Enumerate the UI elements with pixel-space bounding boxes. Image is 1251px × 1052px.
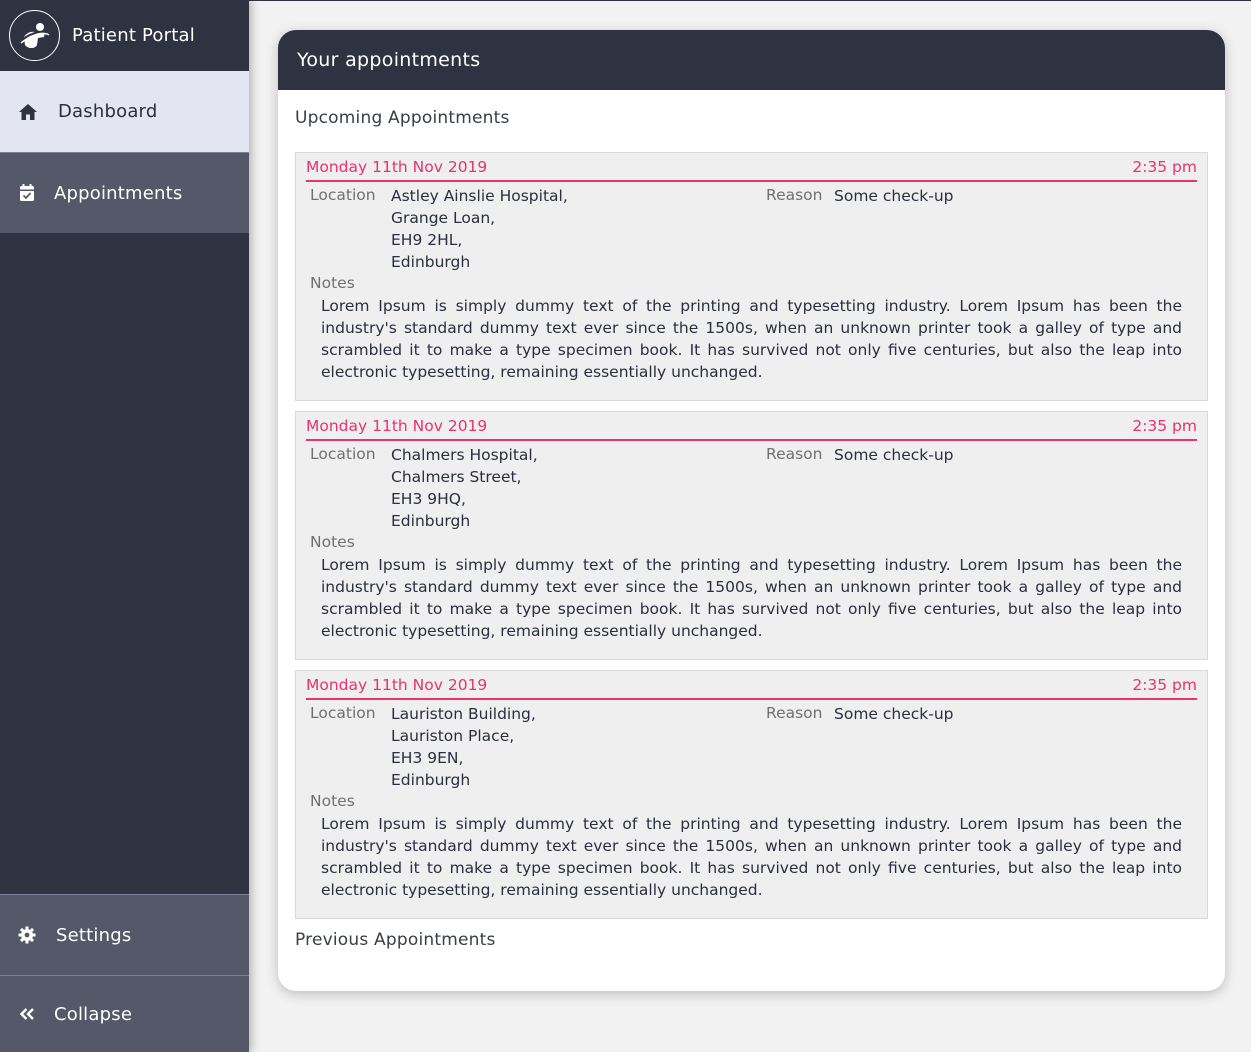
- notes-text: Lorem Ipsum is simply dummy text of the …: [321, 815, 1182, 899]
- app-title: Patient Portal: [72, 25, 195, 46]
- reason-value: Some check-up: [834, 187, 954, 205]
- location-address: Astley Ainslie Hospital, Grange Loan, EH…: [391, 185, 568, 273]
- notes-label: Notes: [310, 274, 355, 292]
- sidebar-item-label: Dashboard: [58, 101, 158, 122]
- notes-label: Notes: [310, 533, 355, 551]
- top-border: [249, 0, 1251, 1]
- address-line: Grange Loan,: [391, 209, 496, 227]
- address-line: Lauriston Place,: [391, 727, 515, 745]
- appointment-card: Monday 11th Nov 2019 2:35 pm Location Ch…: [295, 411, 1208, 660]
- double-chevron-left-icon: [17, 1004, 37, 1024]
- location-address: Lauriston Building, Lauriston Place, EH3…: [391, 703, 536, 791]
- appointment-time: 2:35 pm: [1132, 676, 1197, 694]
- sidebar-item-label: Appointments: [54, 182, 183, 204]
- reason-value: Some check-up: [834, 705, 954, 723]
- settings-label: Settings: [56, 924, 132, 946]
- home-icon: [18, 102, 38, 122]
- address-line: EH3 9EN,: [391, 749, 464, 767]
- patient-portal-logo-icon: [9, 10, 60, 61]
- upcoming-appointments-title: Upcoming Appointments: [295, 108, 510, 128]
- location-label: Location: [310, 445, 376, 463]
- collapse-button[interactable]: Collapse: [0, 975, 249, 1052]
- card-header: Your appointments: [278, 30, 1225, 90]
- sidebar-item-appointments[interactable]: Appointments: [0, 152, 249, 233]
- brand-header[interactable]: Patient Portal: [0, 0, 249, 71]
- reason-label: Reason: [766, 704, 823, 722]
- calendar-check-icon: [17, 183, 37, 203]
- appointment-header: Monday 11th Nov 2019 2:35 pm: [306, 157, 1197, 182]
- address-line: EH9 2HL,: [391, 231, 463, 249]
- address-line: Lauriston Building,: [391, 705, 536, 723]
- sidebar-item-dashboard[interactable]: Dashboard: [0, 71, 249, 152]
- address-line: Edinburgh: [391, 253, 471, 271]
- appointment-header: Monday 11th Nov 2019 2:35 pm: [306, 416, 1197, 441]
- settings-button[interactable]: Settings: [0, 894, 249, 975]
- appointment-time: 2:35 pm: [1132, 158, 1197, 176]
- address-line: Astley Ainslie Hospital,: [391, 187, 568, 205]
- appointment-date: Monday 11th Nov 2019: [306, 417, 488, 435]
- reason-label: Reason: [766, 186, 823, 204]
- location-address: Chalmers Hospital, Chalmers Street, EH3 …: [391, 444, 538, 532]
- appointment-card: Monday 11th Nov 2019 2:35 pm Location La…: [295, 670, 1208, 919]
- appointment-header: Monday 11th Nov 2019 2:35 pm: [306, 675, 1197, 700]
- reason-value: Some check-up: [834, 446, 954, 464]
- sidebar: Patient Portal Dashboard Appointments Se…: [0, 0, 249, 1052]
- address-line: Chalmers Hospital,: [391, 446, 538, 464]
- appointment-date: Monday 11th Nov 2019: [306, 158, 488, 176]
- notes-text: Lorem Ipsum is simply dummy text of the …: [321, 556, 1182, 640]
- collapse-label: Collapse: [54, 1003, 133, 1025]
- page-title: Your appointments: [297, 49, 481, 71]
- appointment-date: Monday 11th Nov 2019: [306, 676, 488, 694]
- location-label: Location: [310, 704, 376, 722]
- gear-icon: [17, 925, 37, 945]
- appointments-card: Your appointments Upcoming Appointments …: [278, 30, 1225, 991]
- reason-label: Reason: [766, 445, 823, 463]
- location-label: Location: [310, 186, 376, 204]
- previous-appointments-title: Previous Appointments: [295, 930, 496, 950]
- address-line: Chalmers Street,: [391, 468, 522, 486]
- address-line: Edinburgh: [391, 512, 471, 530]
- address-line: EH3 9HQ,: [391, 490, 466, 508]
- appointment-time: 2:35 pm: [1132, 417, 1197, 435]
- notes-label: Notes: [310, 792, 355, 810]
- address-line: Edinburgh: [391, 771, 471, 789]
- appointment-card: Monday 11th Nov 2019 2:35 pm Location As…: [295, 152, 1208, 401]
- notes-text: Lorem Ipsum is simply dummy text of the …: [321, 297, 1182, 381]
